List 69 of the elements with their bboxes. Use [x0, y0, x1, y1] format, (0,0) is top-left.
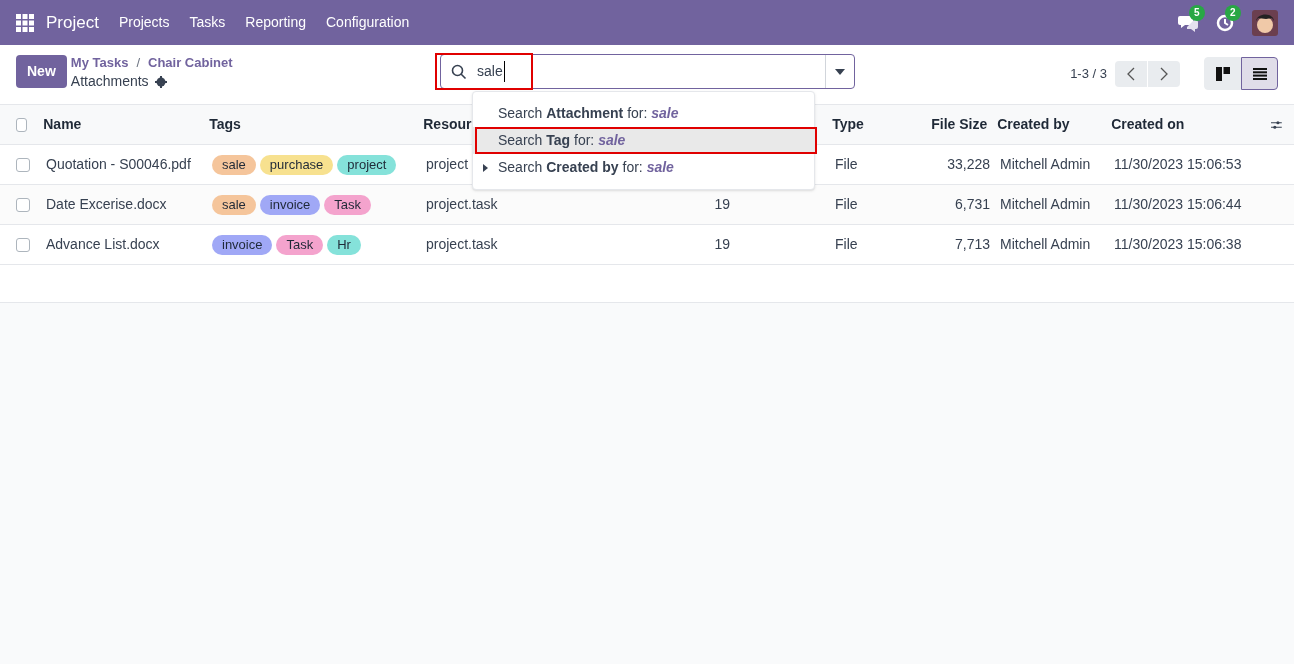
file-type: File [835, 156, 858, 172]
created-date: 11/30/2023 15:06:38 [1114, 236, 1242, 252]
resource-model: project.task [426, 236, 498, 252]
search-text: sale [477, 61, 505, 82]
file-type: File [835, 196, 858, 212]
resource-model: project.task [426, 196, 498, 212]
search-suggestion[interactable]: Search Attachment for: sale [473, 100, 814, 127]
tag: sale [212, 194, 256, 215]
expand-caret-icon[interactable] [483, 163, 488, 172]
file-size: 7,713 [954, 236, 990, 252]
page-title: Attachments [70, 72, 149, 91]
resource-id: 19 [714, 236, 730, 252]
tag: project [337, 154, 397, 175]
column-header[interactable]: Tags [209, 116, 241, 132]
new-button[interactable]: New [16, 55, 67, 88]
file-type: File [835, 236, 858, 252]
column-header[interactable]: Type [832, 116, 864, 132]
column-header[interactable]: Created by [997, 116, 1070, 132]
breadcrumb-link[interactable]: Chair Cabinet [148, 55, 233, 71]
creator-name: Mitchell Admin [1000, 196, 1091, 212]
tag: Hr [327, 234, 361, 255]
tag: invoice [259, 194, 321, 215]
column-header[interactable]: Name [43, 116, 82, 132]
chevron-right-icon [1160, 66, 1168, 81]
tag: Task [324, 194, 372, 215]
column-header[interactable]: Created on [1111, 116, 1185, 132]
file-name: Date Excerise.docx [46, 196, 167, 212]
menu-item[interactable]: Tasks [179, 12, 236, 33]
resource-model: project [426, 156, 469, 172]
kanban-icon [1215, 66, 1230, 81]
view-switch-button[interactable] [1241, 57, 1278, 90]
chevron-left-icon [1127, 66, 1135, 81]
file-name: Advance List.docx [46, 236, 160, 252]
breadcrumb-link[interactable]: My Tasks [70, 55, 129, 71]
column-header[interactable]: Resour [423, 116, 472, 132]
list-icon [1252, 67, 1267, 80]
user-avatar[interactable] [1252, 9, 1278, 36]
search-icon [451, 63, 467, 80]
pager-count: 1-3 / 3 [1070, 64, 1107, 83]
activity-count-badge: 2 [1225, 4, 1241, 21]
row-checkbox[interactable] [16, 157, 30, 172]
row-checkbox[interactable] [16, 197, 30, 212]
created-date: 11/30/2023 15:06:44 [1114, 196, 1242, 212]
tag: invoice [212, 234, 273, 255]
file-size: 33,228 [947, 156, 990, 172]
menu-item[interactable]: Configuration [316, 12, 420, 33]
search-suggestion[interactable]: Search Created by for: sale [473, 154, 814, 181]
menu-item[interactable]: Projects [108, 12, 180, 33]
tag: Task [276, 234, 324, 255]
search-field[interactable]: sale [440, 54, 855, 89]
search-suggestion[interactable]: Search Tag for: sale [473, 127, 814, 154]
apps-menu-icon[interactable] [16, 13, 34, 32]
column-header[interactable]: File Size [931, 116, 988, 132]
tag: purchase [259, 154, 334, 175]
caret-icon[interactable] [835, 68, 845, 75]
menu-item[interactable]: Reporting [235, 12, 316, 33]
creator-name: Mitchell Admin [1000, 156, 1091, 172]
column-settings-icon[interactable] [1271, 118, 1282, 131]
file-name: Quotation - S00046.pdf [46, 156, 191, 172]
breadcrumb-separator: / [136, 55, 140, 71]
created-date: 11/30/2023 15:06:53 [1114, 156, 1242, 172]
row-checkbox[interactable] [16, 237, 30, 252]
app-name[interactable]: Project [46, 9, 99, 36]
tag: sale [212, 154, 256, 175]
message-count-badge: 5 [1189, 4, 1205, 21]
file-size: 6,731 [954, 196, 990, 212]
select-all-checkbox[interactable] [16, 117, 28, 132]
resource-id: 19 [714, 196, 730, 212]
creator-name: Mitchell Admin [1000, 236, 1091, 252]
